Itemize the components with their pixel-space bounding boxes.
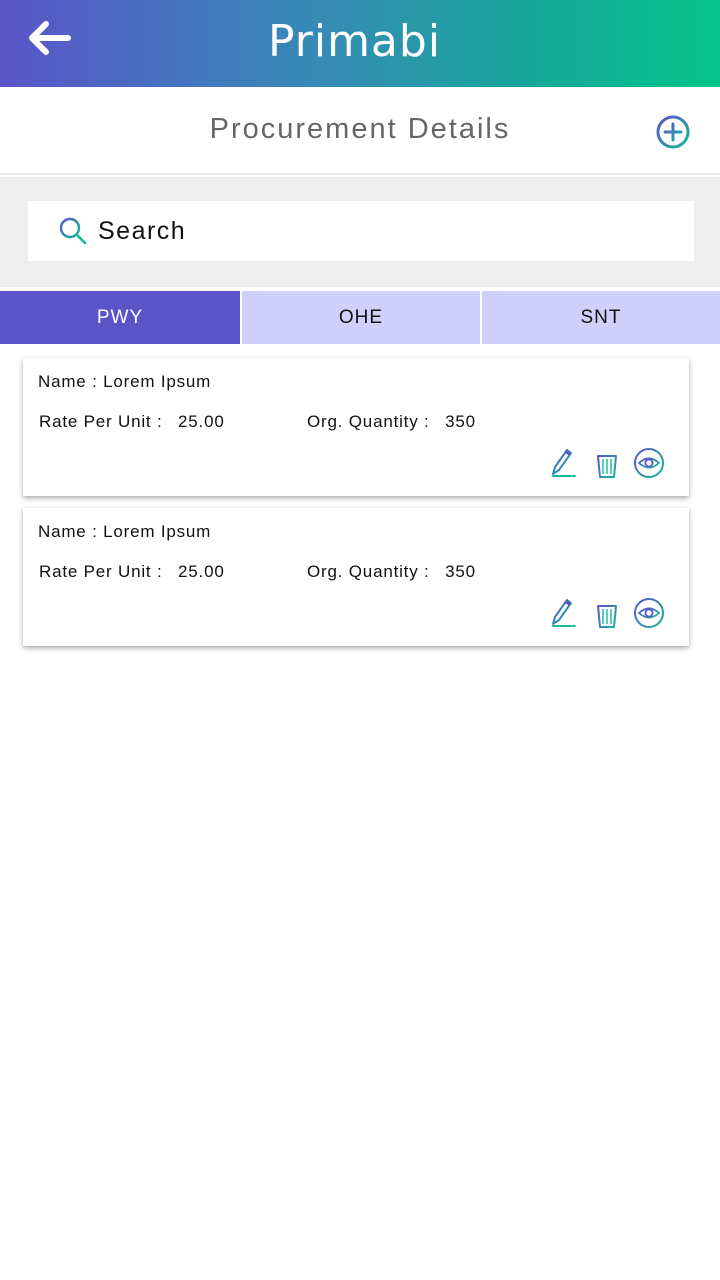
arrow-left-icon bbox=[29, 21, 71, 55]
edit-button[interactable] bbox=[547, 446, 579, 480]
rate-row: Rate Per Unit : 25.00 bbox=[39, 562, 225, 582]
title-bar: Procurement Details bbox=[0, 87, 720, 175]
search-section bbox=[0, 177, 720, 287]
search-icon bbox=[59, 217, 87, 245]
eye-icon bbox=[634, 448, 664, 478]
pencil-icon bbox=[552, 449, 576, 477]
name-value: Lorem Ipsum bbox=[103, 372, 212, 391]
item-name-row: Name : Lorem Ipsum bbox=[38, 522, 211, 542]
search-input[interactable] bbox=[98, 201, 678, 261]
page-title: Procurement Details bbox=[209, 113, 511, 145]
rate-label: Rate Per Unit : bbox=[39, 562, 163, 581]
quantity-label: Org. Quantity : bbox=[307, 562, 430, 581]
tab-ohe[interactable]: OHE bbox=[242, 291, 480, 344]
name-value: Lorem Ipsum bbox=[103, 522, 212, 541]
logo-text: Primabi bbox=[268, 16, 441, 67]
quantity-value: 350 bbox=[445, 562, 476, 581]
trash-icon bbox=[593, 449, 621, 478]
edit-button[interactable] bbox=[547, 596, 579, 630]
delete-button[interactable] bbox=[591, 446, 623, 480]
view-button[interactable] bbox=[633, 446, 665, 480]
pencil-icon bbox=[552, 599, 576, 627]
quantity-label: Org. Quantity : bbox=[307, 412, 430, 431]
app-logo: Primabi bbox=[268, 8, 444, 68]
tab-pwy[interactable]: PWY bbox=[0, 291, 240, 344]
name-label: Name : bbox=[38, 372, 98, 391]
tab-snt[interactable]: SNT bbox=[482, 291, 720, 344]
item-name-row: Name : Lorem Ipsum bbox=[38, 372, 211, 392]
add-button[interactable] bbox=[654, 113, 692, 151]
rate-row: Rate Per Unit : 25.00 bbox=[39, 412, 225, 432]
name-label: Name : bbox=[38, 522, 98, 541]
trash-icon bbox=[593, 599, 621, 628]
logo-wordmark: Primabi bbox=[268, 16, 441, 67]
quantity-value: 350 bbox=[445, 412, 476, 431]
rate-value: 25.00 bbox=[178, 412, 225, 431]
plus-circle-icon bbox=[656, 115, 690, 149]
quantity-row: Org. Quantity : 350 bbox=[307, 412, 476, 432]
quantity-row: Org. Quantity : 350 bbox=[307, 562, 476, 582]
search-box[interactable] bbox=[28, 201, 694, 261]
view-button[interactable] bbox=[633, 596, 665, 630]
rate-label: Rate Per Unit : bbox=[39, 412, 163, 431]
category-tabs: PWY OHE SNT bbox=[0, 291, 720, 344]
delete-button[interactable] bbox=[591, 596, 623, 630]
rate-value: 25.00 bbox=[178, 562, 225, 581]
eye-icon bbox=[634, 598, 664, 628]
back-button[interactable] bbox=[24, 16, 76, 60]
procurement-card: Name : Lorem Ipsum Rate Per Unit : 25.00… bbox=[23, 358, 689, 496]
procurement-card: Name : Lorem Ipsum Rate Per Unit : 25.00… bbox=[23, 508, 689, 646]
app-header: Primabi bbox=[0, 0, 720, 87]
